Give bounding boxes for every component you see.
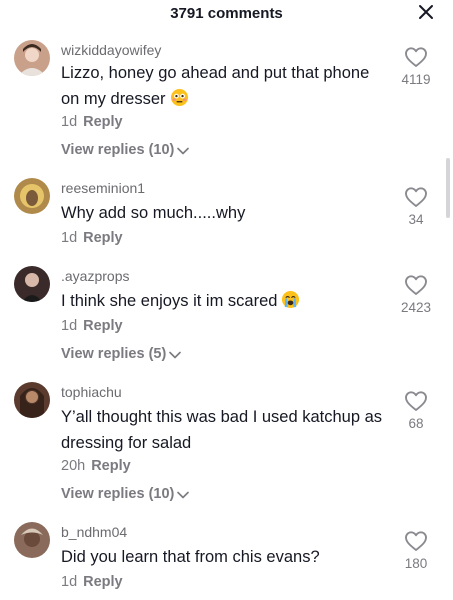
comment-username[interactable]: tophiachu bbox=[61, 384, 122, 400]
comment-text: Y’all thought this was bad I used katchu… bbox=[61, 408, 383, 452]
like-count: 68 bbox=[408, 416, 424, 431]
like-button[interactable]: 2423 bbox=[391, 274, 441, 315]
reply-button[interactable]: Reply bbox=[83, 574, 123, 590]
comment-meta: 1d Reply bbox=[61, 230, 123, 246]
comment-item: wizkiddayowifey Lizzo, honey go ahead an… bbox=[0, 38, 453, 168]
heart-icon bbox=[405, 391, 427, 411]
comment-text: Did you learn that from chis evans? bbox=[61, 548, 320, 566]
comment-username[interactable]: b_ndhm04 bbox=[61, 524, 127, 540]
heart-icon bbox=[405, 275, 427, 295]
like-count: 34 bbox=[408, 212, 424, 227]
comment-text: Lizzo, honey go ahead and put that phone… bbox=[61, 64, 370, 108]
like-count: 4119 bbox=[401, 72, 431, 87]
comment-meta: 1d Reply bbox=[61, 574, 123, 590]
chevron-down-icon bbox=[177, 491, 190, 499]
reply-button[interactable]: Reply bbox=[91, 458, 131, 474]
like-button[interactable]: 4119 bbox=[391, 46, 441, 87]
comment-age: 1d bbox=[61, 230, 78, 246]
comment-item: .ayazprops I think she enjoys it im scar… bbox=[0, 266, 453, 376]
comment-text: I think she enjoys it im scared bbox=[61, 288, 391, 314]
comment-meta: 20h Reply bbox=[61, 458, 131, 474]
view-replies-button[interactable]: View replies (10) bbox=[61, 486, 190, 502]
comment-age: 20h bbox=[61, 458, 86, 474]
chevron-down-icon bbox=[177, 147, 190, 155]
loudly-crying-face-icon bbox=[282, 290, 300, 309]
avatar[interactable] bbox=[14, 266, 50, 302]
comment-age: 1d bbox=[61, 318, 78, 334]
comment-age: 1d bbox=[61, 574, 78, 590]
like-button[interactable]: 68 bbox=[391, 390, 441, 431]
view-replies-button[interactable]: View replies (10) bbox=[61, 142, 190, 158]
avatar[interactable] bbox=[14, 382, 50, 418]
comment-age: 1d bbox=[61, 114, 78, 130]
heart-icon bbox=[405, 187, 427, 207]
comment-meta: 1d Reply bbox=[61, 114, 123, 130]
reply-button[interactable]: Reply bbox=[83, 230, 123, 246]
comment-meta: 1d Reply bbox=[61, 318, 123, 334]
like-button[interactable]: 34 bbox=[391, 186, 441, 227]
reply-button[interactable]: Reply bbox=[83, 114, 123, 130]
comments-header: 3791 comments bbox=[0, 0, 453, 28]
heart-icon bbox=[405, 531, 427, 551]
view-replies-button[interactable]: View replies (5) bbox=[61, 346, 182, 362]
reply-button[interactable]: Reply bbox=[83, 318, 123, 334]
comment-item: b_ndhm04 Did you learn that from chis ev… bbox=[0, 522, 453, 600]
avatar[interactable] bbox=[14, 40, 50, 76]
like-button[interactable]: 180 bbox=[391, 530, 441, 571]
heart-icon bbox=[405, 47, 427, 67]
comment-item: tophiachu Y’all thought this was bad I u… bbox=[0, 382, 453, 512]
comment-username[interactable]: .ayazprops bbox=[61, 268, 129, 284]
flushed-face-icon bbox=[170, 88, 188, 107]
like-count: 2423 bbox=[400, 300, 432, 315]
comment-count-title: 3791 comments bbox=[170, 5, 283, 22]
comment-username[interactable]: wizkiddayowifey bbox=[61, 42, 161, 58]
comment-text: Why add so much.....why bbox=[61, 204, 246, 222]
comment-username[interactable]: reeseminion1 bbox=[61, 180, 145, 196]
chevron-down-icon bbox=[169, 351, 182, 359]
like-count: 180 bbox=[404, 556, 428, 571]
avatar[interactable] bbox=[14, 178, 50, 214]
comment-item: reeseminion1 Why add so much.....why 1d R… bbox=[0, 178, 453, 258]
avatar[interactable] bbox=[14, 522, 50, 558]
close-icon[interactable] bbox=[417, 3, 435, 21]
